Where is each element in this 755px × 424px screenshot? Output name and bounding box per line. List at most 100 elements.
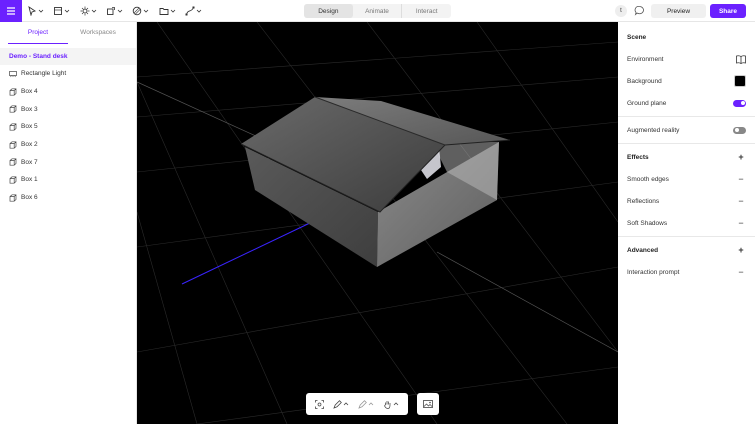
layer-label: Box 3	[21, 105, 38, 113]
shapes-tool-button[interactable]	[53, 5, 70, 17]
select-tool-button[interactable]	[27, 5, 44, 17]
camera-mode-button[interactable]	[358, 399, 374, 409]
focus-view-button[interactable]	[314, 399, 324, 409]
remove-effect-button[interactable]: −	[736, 174, 746, 184]
effect-row-smooth-edges[interactable]: Smooth edges −	[618, 168, 755, 190]
chevron-down-icon	[143, 9, 149, 13]
scene-title: Scene	[627, 33, 647, 41]
interaction-prompt-row[interactable]: Interaction prompt −	[618, 261, 755, 283]
pencil-icon	[333, 399, 342, 409]
remove-advanced-button[interactable]: −	[736, 267, 746, 277]
light-tool-button[interactable]	[80, 5, 97, 17]
right-panel: Scene Environment Background Ground plan…	[618, 22, 755, 424]
hamburger-icon	[7, 7, 15, 15]
preview-button[interactable]: Preview	[651, 4, 706, 18]
chevron-down-icon	[170, 9, 176, 13]
x-axis-line	[181, 221, 313, 285]
augmented-reality-row[interactable]: Augmented reality	[618, 119, 755, 141]
environment-label: Environment	[627, 55, 664, 63]
view-toolbar	[306, 393, 408, 415]
advanced-title: Advanced	[627, 246, 659, 254]
interaction-prompt-label: Interaction prompt	[627, 268, 680, 276]
share-button[interactable]: Share	[710, 4, 746, 18]
chevron-down-icon	[64, 9, 70, 13]
layer-label: Box 2	[21, 141, 38, 149]
layer-label: Box 6	[21, 194, 38, 202]
edit-mode-button[interactable]	[333, 399, 349, 409]
tab-interact[interactable]: Interact	[401, 4, 451, 18]
tab-project[interactable]: Project	[8, 26, 68, 44]
box-icon	[9, 141, 17, 149]
layer-item-box-1[interactable]: Box 1	[0, 171, 136, 189]
effect-row-reflections[interactable]: Reflections −	[618, 190, 755, 212]
tab-animate[interactable]: Animate	[353, 4, 402, 18]
screenshot-button[interactable]	[417, 393, 439, 415]
tab-workspaces[interactable]: Workspaces	[68, 26, 128, 44]
scene-canvas	[137, 22, 618, 424]
effect-label: Smooth edges	[627, 175, 669, 183]
layer-item-box-5[interactable]: Box 5	[0, 118, 136, 136]
background-label: Background	[627, 77, 662, 85]
comment-icon[interactable]	[634, 5, 645, 16]
tab-design[interactable]: Design	[304, 4, 353, 18]
object-tool-button[interactable]	[106, 5, 123, 17]
image-icon	[423, 400, 433, 408]
layer-item-box-2[interactable]: Box 2	[0, 136, 136, 154]
layer-item-box-3[interactable]: Box 3	[0, 100, 136, 118]
effect-label: Reflections	[627, 197, 660, 205]
effects-title: Effects	[627, 153, 649, 161]
divider	[618, 236, 755, 237]
layer-label: Box 7	[21, 158, 38, 166]
pan-mode-button[interactable]	[383, 400, 399, 409]
layer-label: Box 5	[21, 123, 38, 131]
material-tool-button[interactable]	[132, 5, 149, 17]
ground-plane-toggle[interactable]	[733, 99, 746, 107]
effect-row-soft-shadows[interactable]: Soft Shadows −	[618, 212, 755, 234]
panel-tabs: Project Workspaces	[0, 26, 136, 44]
layer-label: Box 4	[21, 88, 38, 96]
ar-toggle[interactable]	[733, 126, 746, 134]
folder-icon	[159, 8, 169, 15]
layer-item-box-6[interactable]: Box 6	[0, 189, 136, 207]
add-effect-button[interactable]: +	[736, 152, 746, 162]
book-icon[interactable]	[736, 54, 746, 64]
chevron-up-icon	[394, 402, 399, 406]
chevron-down-icon	[196, 9, 202, 13]
layer-label: Box 1	[21, 176, 38, 184]
shapes-icon	[54, 7, 62, 15]
layer-item-rectangle-light[interactable]: Rectangle Light	[0, 65, 136, 83]
box-icon	[9, 105, 17, 113]
ground-plane-row[interactable]: Ground plane	[618, 92, 755, 114]
divider	[618, 116, 755, 117]
material-icon	[132, 6, 142, 16]
shed-model	[240, 96, 511, 267]
environment-row[interactable]: Environment	[618, 48, 755, 70]
hand-icon	[384, 400, 391, 409]
scene-root-item[interactable]: Demo - Stand desk	[0, 48, 136, 65]
top-toolbar: Design Animate Interact t Preview Share	[0, 0, 755, 22]
mode-tabs: Design Animate Interact	[304, 4, 451, 18]
chevron-down-icon	[38, 9, 44, 13]
remove-effect-button[interactable]: −	[736, 196, 746, 206]
layer-item-box-4[interactable]: Box 4	[0, 83, 136, 101]
background-row[interactable]: Background	[618, 70, 755, 92]
light-icon	[9, 70, 17, 78]
main-menu-button[interactable]	[0, 0, 22, 22]
object-icon	[107, 7, 115, 15]
chevron-down-icon	[91, 9, 97, 13]
box-icon	[9, 87, 17, 96]
box-icon	[9, 194, 17, 202]
chevron-up-icon	[368, 402, 374, 406]
background-color-swatch[interactable]	[734, 75, 746, 87]
advanced-section-header: Advanced +	[618, 239, 755, 261]
effects-section-header: Effects +	[618, 146, 755, 168]
folder-tool-button[interactable]	[159, 5, 176, 17]
chevron-up-icon	[343, 402, 349, 406]
3d-viewport[interactable]	[137, 22, 618, 424]
layer-item-box-7[interactable]: Box 7	[0, 153, 136, 171]
remove-effect-button[interactable]: −	[736, 218, 746, 228]
left-panel: Project Workspaces Demo - Stand desk Rec…	[0, 22, 137, 424]
add-advanced-button[interactable]: +	[736, 245, 746, 255]
avatar[interactable]: t	[615, 5, 627, 17]
path-tool-button[interactable]	[185, 5, 202, 17]
